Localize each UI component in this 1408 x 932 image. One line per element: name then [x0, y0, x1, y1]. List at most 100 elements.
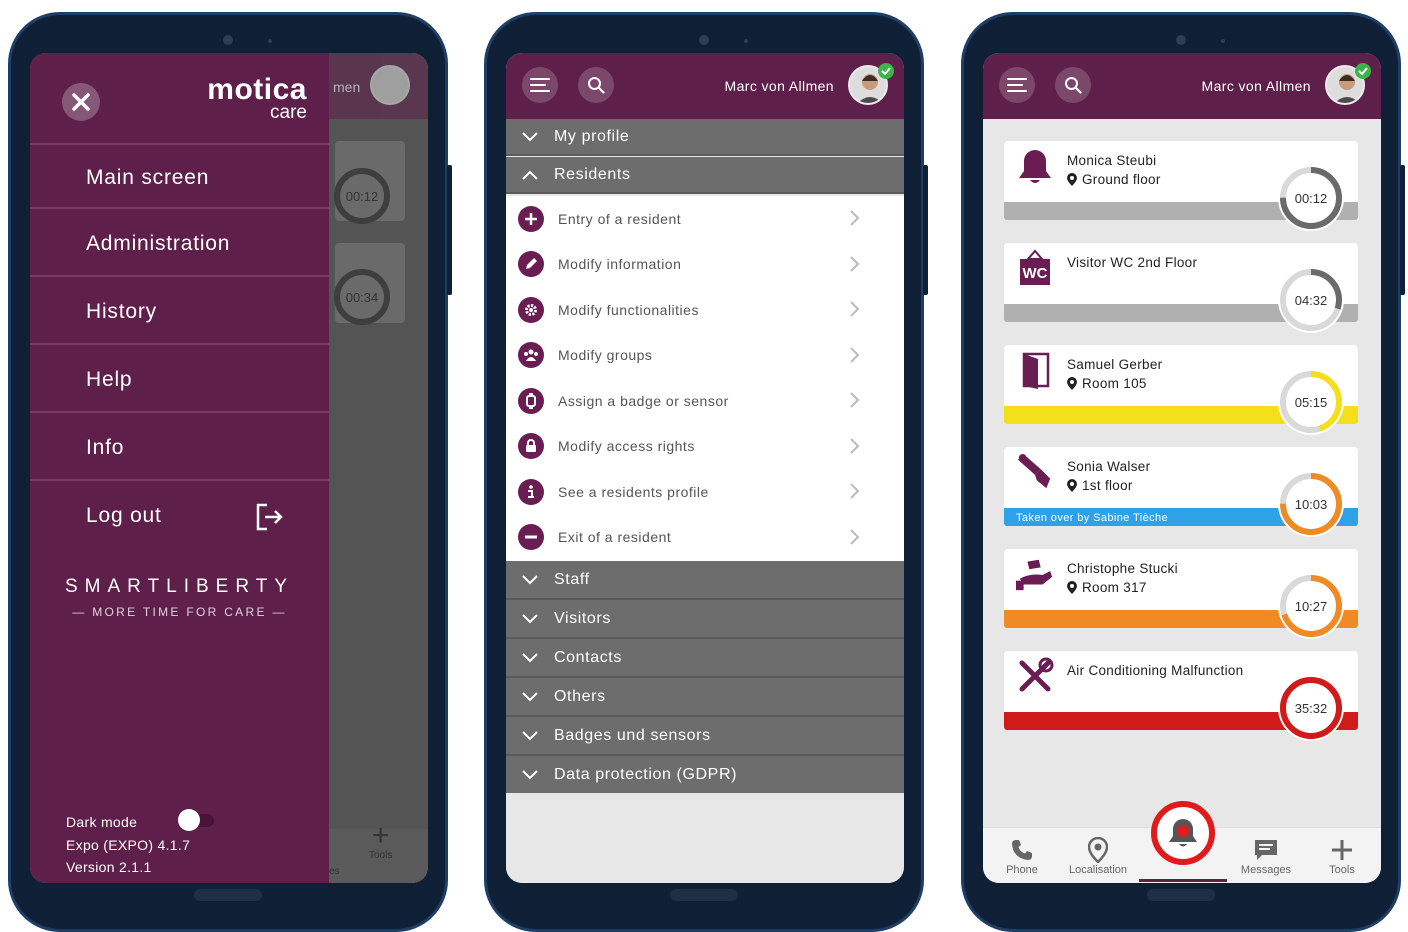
section-data-protection[interactable]: Data protection (GDPR)	[506, 756, 904, 795]
list-item-label: Modify groups	[558, 347, 653, 364]
alarm-card[interactable]: Samuel Gerber Room 105 05:15	[1004, 345, 1358, 435]
section-label: Contacts	[554, 648, 622, 666]
shadow-tab-label: Tools	[369, 850, 393, 861]
side-button	[447, 165, 452, 295]
fall-icon	[1016, 453, 1054, 491]
residents-list: Entry of a resident Modify information M…	[506, 196, 904, 561]
list-item-label: Modify access rights	[558, 438, 695, 455]
shadow-timer: 00:34	[334, 269, 390, 325]
brand-name: SMARTLIBERTY	[64, 576, 294, 597]
list-item-see-profile[interactable]: See a residents profile	[506, 469, 904, 515]
alarm-card[interactable]: Air Conditioning Malfunction 35:32	[1004, 651, 1358, 741]
menu-item-label: History	[86, 300, 157, 323]
alarm-location-text: 1st floor	[1082, 478, 1133, 493]
list-item-label: See a residents profile	[558, 483, 709, 500]
alarm-location-text: Ground floor	[1082, 172, 1161, 187]
home-bar	[1147, 889, 1215, 901]
section-visitors[interactable]: Visitors	[506, 600, 904, 639]
tools-icon	[1016, 657, 1054, 695]
list-item-assign-badge[interactable]: Assign a badge or sensor	[506, 378, 904, 424]
chevron-right-icon	[850, 210, 860, 226]
alarm-location: Room 317	[1067, 580, 1147, 595]
alarm-button[interactable]	[1151, 801, 1215, 865]
section-staff[interactable]: Staff	[506, 561, 904, 600]
alarm-card[interactable]: Monica Steubi Ground floor 00:12	[1004, 141, 1358, 231]
alarm-card[interactable]: Sonia Walser 1st floor Taken over by Sabin…	[1004, 447, 1358, 537]
tab-messages[interactable]: Messages	[1231, 836, 1301, 876]
list-item-modify-access[interactable]: Modify access rights	[506, 424, 904, 470]
user-name-partial: men	[333, 79, 361, 95]
tab-label: Messages	[1240, 864, 1292, 876]
menu-item-administration[interactable]: Administration	[30, 211, 329, 277]
logo: motica	[207, 73, 307, 106]
version-label: Version 2.1.1	[66, 859, 152, 875]
search-button[interactable]	[1055, 67, 1091, 103]
chevron-down-icon	[506, 574, 554, 585]
alarm-location: 1st floor	[1067, 478, 1133, 493]
section-contacts[interactable]: Contacts	[506, 639, 904, 678]
section-others[interactable]: Others	[506, 678, 904, 717]
section-label: Staff	[554, 570, 590, 588]
menu-item-history[interactable]: History	[30, 279, 329, 345]
care-icon	[1016, 555, 1054, 593]
pin-icon	[1067, 377, 1077, 390]
dark-mode-toggle[interactable]	[178, 809, 214, 831]
list-item-modify-groups[interactable]: Modify groups	[506, 333, 904, 379]
empty-area	[506, 793, 904, 883]
screen: Marc von Allmen Monica Steubi Ground floo…	[983, 53, 1381, 883]
side-drawer: motica care Main screen Administration H…	[30, 53, 329, 883]
chevron-right-icon	[850, 255, 860, 272]
section-residents[interactable]: Residents	[506, 157, 904, 194]
close-button[interactable]	[62, 83, 100, 121]
sensor	[744, 39, 748, 43]
alarm-card[interactable]: Christophe Stucki Room 317 10:27	[1004, 549, 1358, 639]
tab-phone[interactable]: Phone	[987, 836, 1057, 876]
avatar	[370, 65, 410, 105]
list-item-exit-resident[interactable]: Exit of a resident	[506, 515, 904, 561]
tab-localisation[interactable]: Localisation	[1063, 836, 1133, 876]
search-icon	[588, 77, 605, 94]
tab-tools[interactable]: Tools	[1307, 836, 1377, 876]
close-icon	[72, 93, 90, 111]
camera	[1176, 35, 1186, 45]
section-my-profile[interactable]: My profile	[506, 119, 904, 156]
chevron-down-icon	[506, 131, 554, 142]
alarm-location-text: Room 317	[1082, 580, 1147, 595]
menu-item-label: Info	[86, 436, 125, 459]
menu-icon	[530, 78, 550, 92]
online-check-icon	[878, 63, 894, 79]
list-item-entry-resident[interactable]: Entry of a resident	[506, 196, 904, 242]
menu-button[interactable]	[522, 67, 558, 103]
alarm-card[interactable]: WC Visitor WC 2nd Floor 04:32	[1004, 243, 1358, 333]
chevron-down-icon	[506, 730, 554, 741]
phone-menu: men 00:12 00:34 + Tools es motica care M…	[8, 12, 452, 932]
alarm-timer: 00:12	[1294, 190, 1328, 206]
section-badges-sensors[interactable]: Badges und sensors	[506, 717, 904, 756]
pencil-icon	[518, 251, 544, 278]
info-icon	[518, 478, 544, 505]
build-label: Expo (EXPO) 4.1.7	[66, 837, 191, 853]
section-label: My profile	[554, 127, 630, 145]
header: Marc von Allmen	[983, 53, 1381, 119]
list-item-modify-information[interactable]: Modify information	[506, 242, 904, 288]
section-label: Visitors	[554, 609, 611, 627]
menu-button[interactable]	[999, 67, 1035, 103]
menu-item-main-screen[interactable]: Main screen	[30, 143, 329, 209]
menu-item-info[interactable]: Info	[30, 415, 329, 481]
pin-icon	[1067, 581, 1077, 594]
brand-tagline: — MORE TIME FOR CARE —	[72, 605, 287, 619]
chevron-down-icon	[506, 769, 554, 780]
plus-icon: +	[371, 819, 390, 852]
menu-item-label: Main screen	[86, 166, 210, 189]
menu-item-logout[interactable]: Log out	[30, 483, 329, 549]
menu-item-help[interactable]: Help	[30, 347, 329, 413]
search-button[interactable]	[578, 67, 614, 103]
search-icon	[1065, 77, 1082, 94]
alarm-timer: 35:32	[1294, 700, 1328, 716]
list-item-modify-functionalities[interactable]: Modify functionalities	[506, 287, 904, 333]
door-icon	[1016, 351, 1054, 389]
side-button	[1400, 165, 1405, 295]
logout-icon	[256, 503, 283, 531]
alarm-name: Samuel Gerber	[1067, 357, 1163, 372]
chevron-right-icon	[850, 392, 860, 408]
